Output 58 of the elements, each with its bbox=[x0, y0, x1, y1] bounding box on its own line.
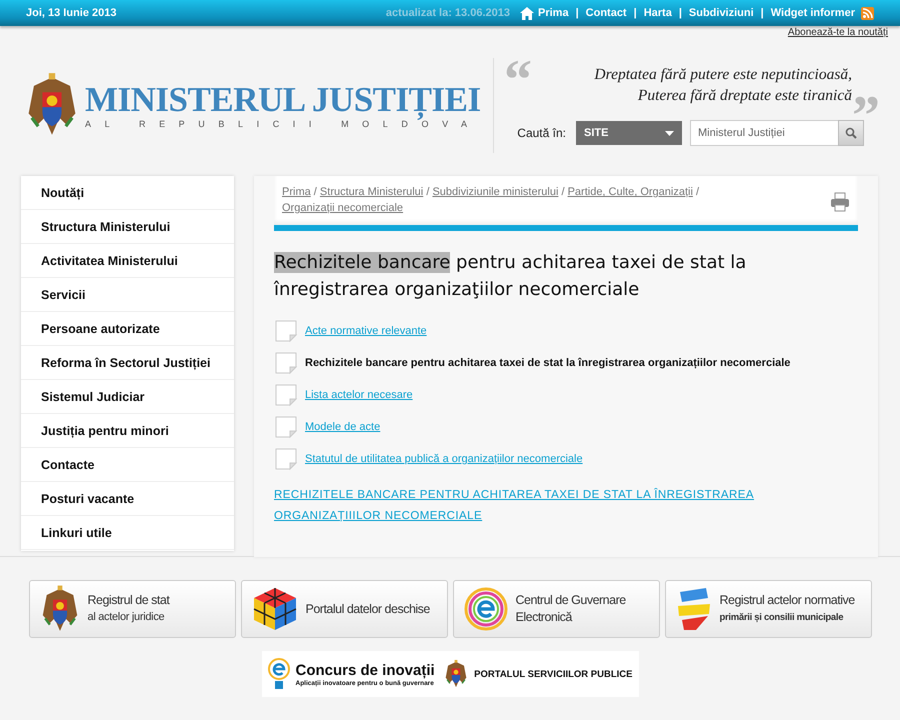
sidebar-item[interactable]: Persoane autorizate bbox=[21, 312, 234, 346]
scope-dropdown[interactable]: SITE bbox=[576, 121, 682, 145]
document-icon bbox=[274, 415, 298, 439]
coat-of-arms-icon bbox=[444, 659, 468, 689]
sidebar-item[interactable]: Contacte bbox=[21, 448, 234, 482]
breadcrumb-link[interactable]: Subdiviziunile ministerului bbox=[432, 186, 558, 198]
document-icon bbox=[274, 383, 298, 407]
portal-banner[interactable]: Registrul de stat al actelor juridice bbox=[28, 580, 236, 638]
public-services-link[interactable]: PORTALUL SERVICIILOR PUBLICE bbox=[444, 659, 632, 689]
ribbons-icon bbox=[676, 586, 712, 632]
lightbulb-icon bbox=[268, 657, 290, 691]
search-field[interactable]: Ministerul Justiției bbox=[690, 120, 838, 146]
document-icon bbox=[274, 351, 298, 375]
sidebar-item[interactable]: Servicii bbox=[21, 278, 234, 312]
breadcrumb-link[interactable]: Partide, Culte, Organizații bbox=[568, 186, 693, 198]
caret-icon bbox=[665, 130, 674, 136]
separator: | bbox=[576, 7, 579, 19]
breadcrumb-separator: / bbox=[314, 186, 317, 198]
breadcrumb-separator: / bbox=[696, 186, 700, 198]
document-icon bbox=[274, 447, 298, 471]
search-scope-label: Caută în: bbox=[517, 126, 566, 140]
e-logo-icon bbox=[464, 587, 508, 631]
sidebar-item[interactable]: Justiția pentru minori bbox=[21, 414, 234, 448]
portal-banner[interactable]: Centrul de Guvernare Electronică bbox=[452, 580, 660, 638]
breadcrumb-separator: / bbox=[561, 186, 565, 198]
breadcrumb-link[interactable]: Prima bbox=[282, 186, 311, 198]
page-title: Rechizitele bancare pentru achitarea taxei de stat la înregistrarea organizaţiilor necomerciale bbox=[274, 251, 748, 302]
sidebar-item[interactable]: Activitatea Ministerului bbox=[21, 244, 234, 278]
portal-banner[interactable]: Portalul datelor deschise bbox=[240, 580, 448, 638]
portal-banner[interactable]: Registrul actelor normative primării și consilii municipale bbox=[664, 580, 872, 638]
sidebar-item[interactable]: Reforma în Sectorul Justiției bbox=[21, 346, 234, 380]
date-text: Joi, 13 Iunie 2013 bbox=[26, 7, 118, 19]
motto-quote: Dreptatea fără putere este neputincioasă, Puterea fără dreptate este tiranică bbox=[594, 65, 852, 106]
separator: | bbox=[760, 7, 764, 19]
separator: | bbox=[678, 7, 682, 19]
subscribe-link[interactable]: Abonează-te la noutăți bbox=[788, 27, 888, 38]
sidebar-item[interactable]: Structura Ministerului bbox=[21, 210, 234, 244]
logo-subtitle: AL REPUBLICII MOLDOVA bbox=[85, 119, 481, 129]
breadcrumb-separator: / bbox=[426, 186, 430, 198]
sidebar-item[interactable]: Linkuri utile bbox=[21, 516, 234, 550]
logo-title: MINISTERUL JUSTIȚIEI bbox=[85, 81, 481, 119]
rss-icon[interactable] bbox=[861, 6, 874, 20]
home-icon bbox=[520, 6, 534, 20]
printer-icon[interactable] bbox=[830, 192, 850, 212]
breadcrumb-link[interactable]: Structura Ministerului bbox=[320, 186, 424, 198]
updated-text: actualizat la: 13.06.2013 bbox=[386, 7, 510, 19]
cube-icon bbox=[252, 586, 298, 632]
sidebar-item[interactable]: Sistemul Judiciar bbox=[21, 380, 234, 414]
current-document-title: Rechizitele bancare pentru achitarea taxei de stat la înregistrarea organizațiilor necomerciale bbox=[305, 357, 790, 369]
sidebar-item[interactable]: Posturi vacante bbox=[21, 482, 234, 516]
breadcrumb-link[interactable]: Organizații necomerciale bbox=[282, 202, 404, 214]
document-icon bbox=[274, 319, 298, 343]
search-button[interactable] bbox=[838, 120, 864, 146]
search-icon bbox=[845, 127, 857, 139]
close-quote-mark: ” bbox=[852, 96, 880, 136]
open-quote-mark: “ bbox=[504, 60, 532, 100]
sidebar-item[interactable]: Noutăți bbox=[21, 176, 234, 210]
separator: | bbox=[634, 7, 637, 19]
